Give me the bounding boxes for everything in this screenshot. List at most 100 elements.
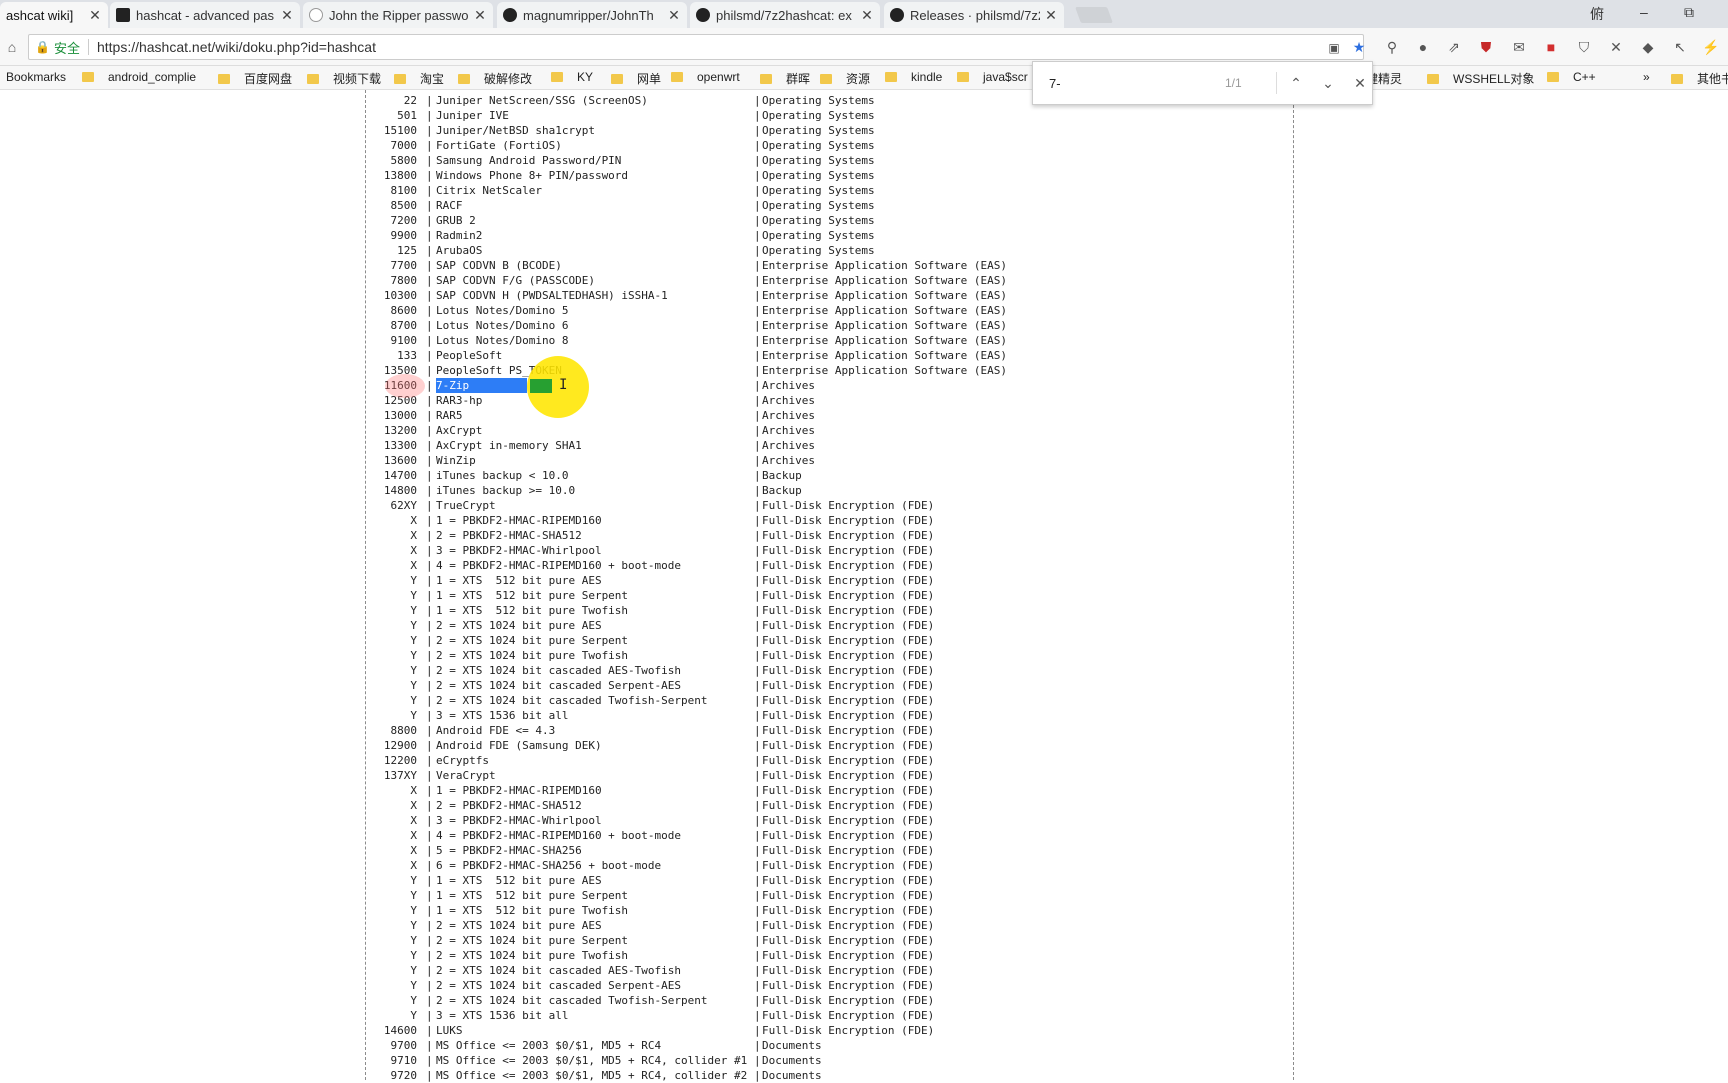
find-in-page-icon[interactable]: ▣ xyxy=(1324,38,1344,58)
bookmark-item[interactable]: 百度网盘 xyxy=(218,70,292,87)
column-separator: | xyxy=(426,394,433,407)
hash-name: MS Office <= 2003 $0/$1, MD5 + RC4, coll… xyxy=(436,1069,748,1082)
bookmark-item[interactable]: KY xyxy=(551,70,593,84)
bookmark-item[interactable]: 破解修改 xyxy=(458,70,532,87)
bookmark-item[interactable]: 淘宝 xyxy=(394,70,444,87)
bookmark-item[interactable]: kindle xyxy=(885,70,942,84)
home-icon[interactable]: ⌂ xyxy=(2,37,22,57)
column-separator: | xyxy=(426,454,433,467)
hash-category: Enterprise Application Software (EAS) xyxy=(762,274,1008,287)
extension-bolt-icon[interactable]: ⚡ xyxy=(1701,37,1721,57)
hash-category: Archives xyxy=(762,424,815,437)
extension-cube-icon[interactable]: ◆ xyxy=(1638,37,1658,57)
find-next-button[interactable]: ⌄ xyxy=(1317,72,1339,94)
bookmark-star-icon[interactable]: ★ xyxy=(1349,37,1369,57)
bookmark-item[interactable]: 资源 xyxy=(820,70,870,87)
github-icon xyxy=(890,8,904,22)
table-row: 13600 | WinZip | Archives xyxy=(365,453,1125,468)
john-icon xyxy=(309,8,323,22)
user-profile-icon[interactable]: 俯 xyxy=(1590,4,1604,24)
column-separator: | xyxy=(754,229,761,242)
bookmark-item[interactable]: 群晖 xyxy=(760,70,810,87)
column-separator: | xyxy=(754,169,761,182)
table-row: Y | 3 = XTS 1536 bit all | Full-Disk Encrypt… xyxy=(365,1008,1125,1023)
hash-category: Documents xyxy=(762,1069,822,1082)
extension-feather-icon[interactable]: ↖ xyxy=(1670,37,1690,57)
tab-close-icon[interactable]: ✕ xyxy=(473,7,487,24)
tab-close-icon[interactable]: ✕ xyxy=(667,7,681,24)
column-separator: | xyxy=(754,709,761,722)
bookmark-item[interactable]: 视频下载 xyxy=(307,70,381,87)
address-bar[interactable]: 🔒 安全 https://hashcat.net/wiki/doku.php?i… xyxy=(28,34,1364,60)
bookmarks-label[interactable]: Bookmarks xyxy=(6,70,66,84)
table-row: 14600 | LUKS | Full-Disk Encryption (FDE) xyxy=(365,1023,1125,1038)
extension-shield-icon[interactable]: ⛊ xyxy=(1476,37,1496,57)
hash-category: Full-Disk Encryption (FDE) xyxy=(762,619,935,632)
hash-category: Full-Disk Encryption (FDE) xyxy=(762,664,935,677)
hash-mode-id: 8500 xyxy=(390,199,418,212)
hash-mode-id: 13200 xyxy=(383,424,417,437)
column-separator: | xyxy=(754,979,761,992)
find-close-button[interactable]: ✕ xyxy=(1349,72,1371,94)
tab-close-icon[interactable]: ✕ xyxy=(280,7,294,24)
table-row: Y | 1 = XTS 512 bit pure AES | Full-Disk Enc… xyxy=(365,873,1125,888)
tab-1[interactable]: hashcat - advanced pas ✕ xyxy=(110,2,300,28)
url-text[interactable]: https://hashcat.net/wiki/doku.php?id=has… xyxy=(97,39,376,55)
minimize-button[interactable]: – xyxy=(1640,4,1648,20)
bookmarks-overflow-icon[interactable]: » xyxy=(1643,70,1650,84)
bookmark-label: android_complie xyxy=(108,70,197,84)
find-input[interactable]: 7- xyxy=(1049,76,1061,91)
column-separator: | xyxy=(426,634,433,647)
column-separator: | xyxy=(426,754,433,767)
column-separator: | xyxy=(426,184,433,197)
bookmark-label: openwrt xyxy=(697,70,740,84)
restore-button[interactable]: ⧉ xyxy=(1684,4,1694,21)
table-row: 8800 | Android FDE <= 4.3 | Full-Disk Encryp… xyxy=(365,723,1125,738)
column-separator: | xyxy=(754,1039,761,1052)
bookmark-label: 资源 xyxy=(846,72,871,86)
tab-3[interactable]: magnumripper/JohnTh ✕ xyxy=(497,2,687,28)
tab-close-icon[interactable]: ✕ xyxy=(1044,7,1058,24)
table-row: 9700 | MS Office <= 2003 $0/$1, MD5 + RC4 |… xyxy=(365,1038,1125,1053)
table-row: 501 | Juniper IVE | Operating Systems xyxy=(365,108,1125,123)
extension-chart-icon[interactable]: ⇗ xyxy=(1444,37,1464,57)
bookmark-item[interactable]: WSSHELL对象 xyxy=(1427,70,1534,87)
extension-tools-icon[interactable]: ✕ xyxy=(1606,37,1626,57)
bookmark-item[interactable]: openwrt xyxy=(671,70,740,84)
hash-mode-id: Y xyxy=(410,604,417,617)
hash-mode-id: X xyxy=(410,529,417,542)
folder-icon xyxy=(307,73,319,84)
hash-name: MS Office <= 2003 $0/$1, MD5 + RC4, coll… xyxy=(436,1054,748,1067)
hash-name: 2 = PBKDF2-HMAC-SHA512 xyxy=(436,529,582,542)
extension-badge-icon[interactable]: ⛉ xyxy=(1574,37,1594,57)
tab-close-icon[interactable]: ✕ xyxy=(88,7,102,24)
column-separator: | xyxy=(426,1069,433,1082)
hash-name: 2 = XTS 1024 bit pure AES xyxy=(436,619,602,632)
new-tab-button[interactable] xyxy=(1075,7,1113,23)
hash-mode-id: 501 xyxy=(397,109,417,122)
extension-search-icon[interactable]: ⚲ xyxy=(1382,37,1402,57)
tab-close-icon[interactable]: ✕ xyxy=(860,7,874,24)
extension-red-icon[interactable]: ■ xyxy=(1541,37,1561,57)
bookmark-item[interactable]: java$scr xyxy=(957,70,1028,84)
column-separator: | xyxy=(754,619,761,632)
extension-circle-icon[interactable]: ● xyxy=(1413,37,1433,57)
bookmark-item[interactable]: android_complie xyxy=(82,70,196,84)
bookmark-item[interactable]: C++ xyxy=(1547,70,1596,84)
tab-5[interactable]: Releases · philsmd/7z2h ✕ xyxy=(884,2,1064,28)
extension-chat-icon[interactable]: ✉ xyxy=(1509,37,1529,57)
bookmark-item[interactable]: 其他书 xyxy=(1671,70,1728,87)
tab-2[interactable]: John the Ripper passwo ✕ xyxy=(303,2,493,28)
table-row: Y | 2 = XTS 1024 bit pure Serpent | Full-Dis… xyxy=(365,933,1125,948)
tab-0[interactable]: ashcat wiki] ✕ xyxy=(0,2,108,28)
hash-mode-id: 8800 xyxy=(390,724,418,737)
hash-name: Windows Phone 8+ PIN/password xyxy=(436,169,629,182)
tab-4[interactable]: philsmd/7z2hashcat: ex ✕ xyxy=(690,2,880,28)
column-separator: | xyxy=(754,379,761,392)
find-previous-button[interactable]: ⌃ xyxy=(1285,72,1307,94)
bookmark-item[interactable]: 网单 xyxy=(611,70,661,87)
column-separator: | xyxy=(754,739,761,752)
hash-mode-id: 13300 xyxy=(383,439,417,452)
hash-category: Archives xyxy=(762,409,815,422)
hash-category: Operating Systems xyxy=(762,109,875,122)
